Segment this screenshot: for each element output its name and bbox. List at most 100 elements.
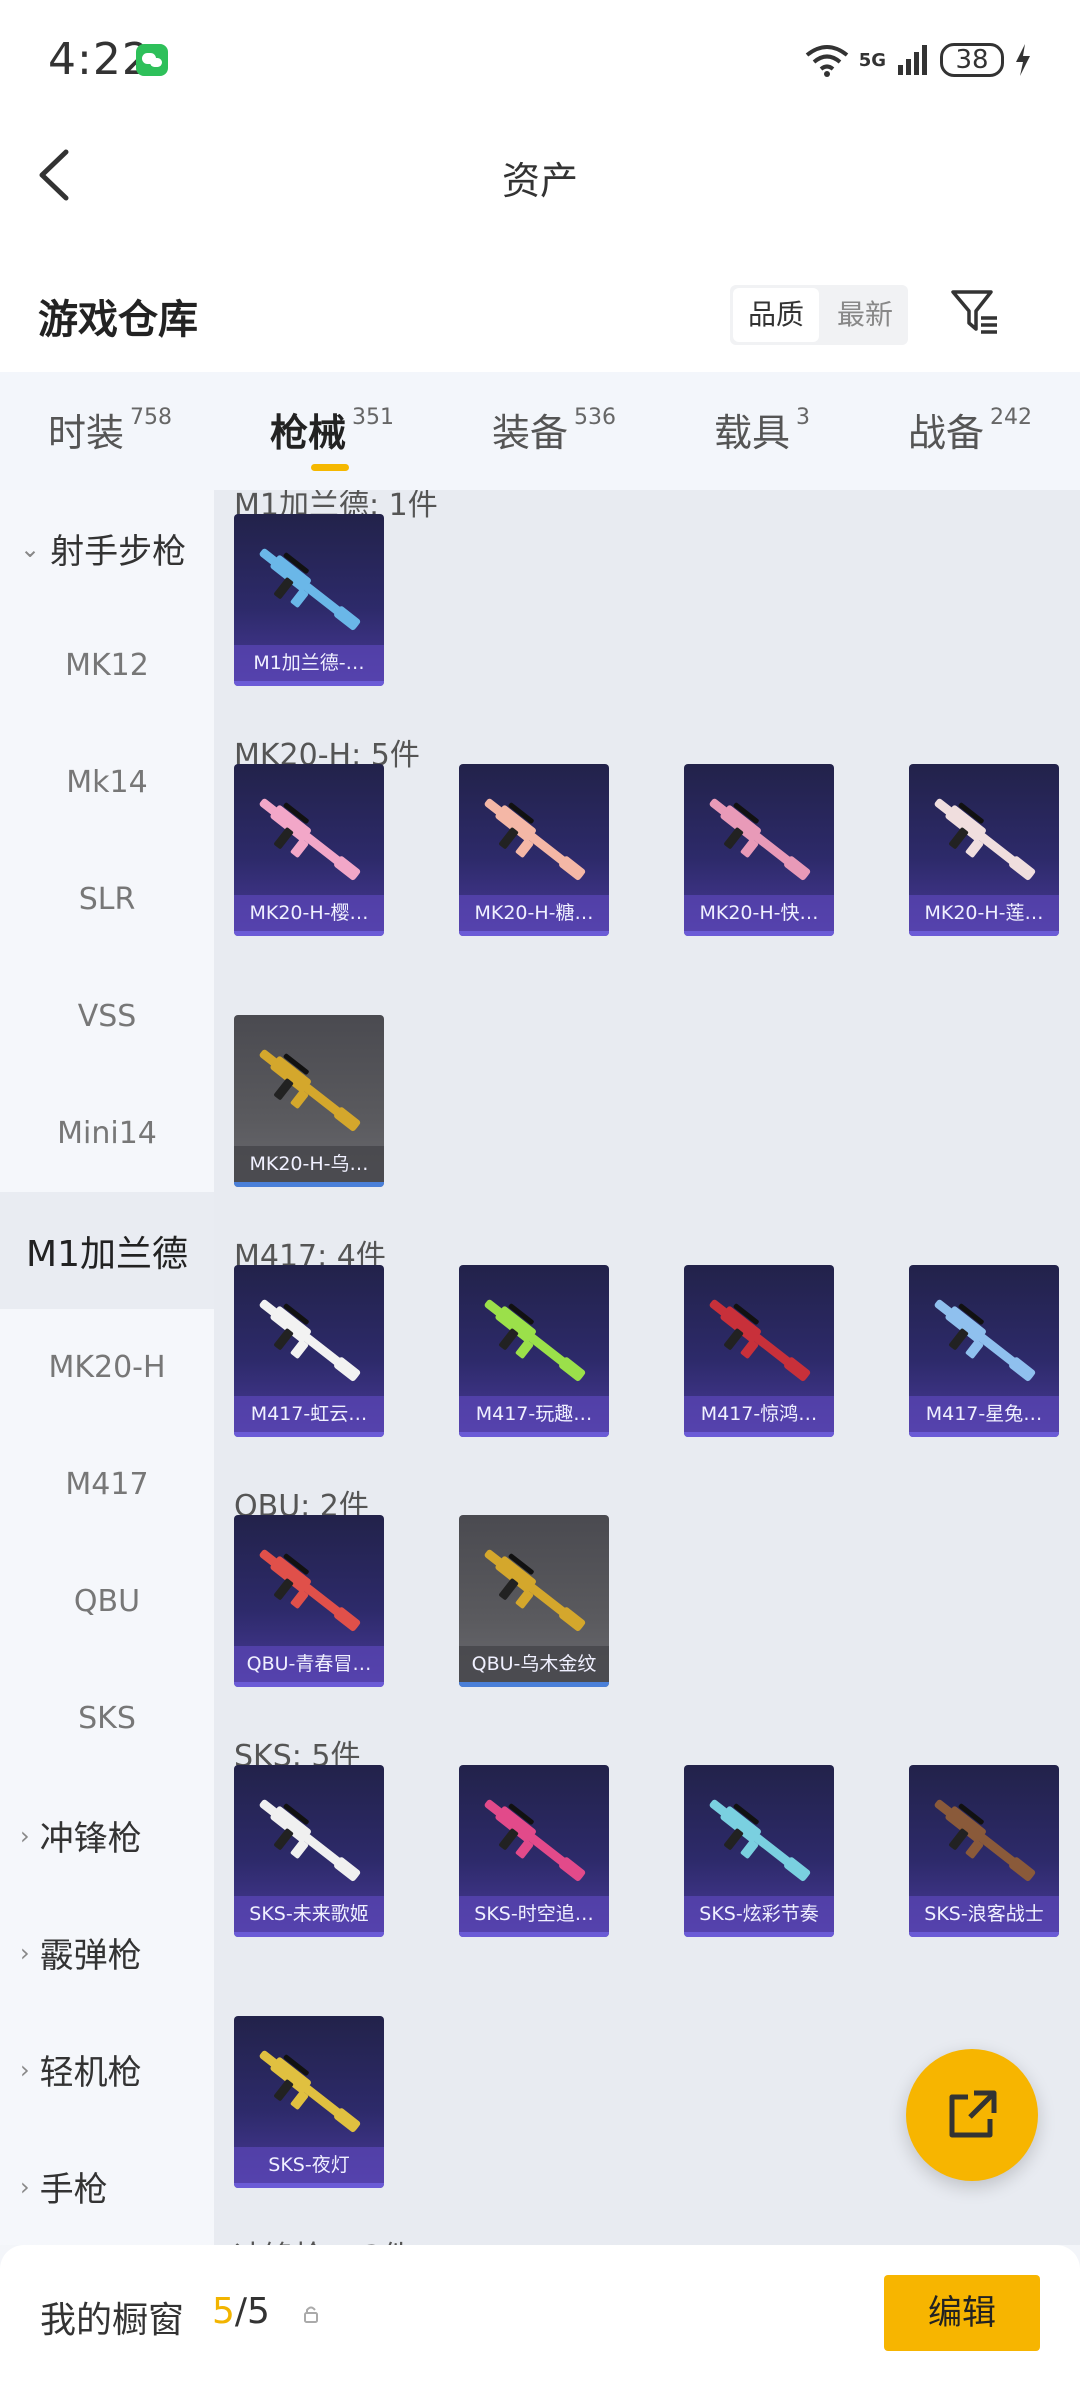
weapon-name: MK20-H-糖… [459,895,609,931]
sort-toggle: 品质 最新 [730,285,908,345]
weapon-card[interactable]: MK20-H-糖… [459,764,609,936]
sidebar-item-label: 冲锋枪 [39,1819,142,1859]
weapon-name: M417-虹云… [234,1396,384,1432]
weapon-name: M417-惊鸿… [684,1396,834,1432]
wifi-icon [805,45,848,77]
showcase-count-total: /5 [234,2291,270,2332]
weapon-card[interactable]: M1加兰德-… [234,514,384,686]
sidebar-item-label: 射手步枪 [50,532,187,572]
weapon-card[interactable]: SKS-炫彩节奏 [684,1765,834,1937]
weapon-card[interactable]: SKS-未来歌姬 [234,1765,384,1937]
weapon-card[interactable]: M417-虹云… [234,1265,384,1437]
weapon-card[interactable]: M417-星兔… [909,1265,1059,1437]
weapon-card[interactable]: M417-惊鸿… [684,1265,834,1437]
sidebar-item-item-13[interactable]: › 轻机枪 [0,2011,214,2128]
sidebar-item-m1[interactable]: M1加兰德 [0,1192,214,1309]
sidebar-item-mk12[interactable]: MK12 [0,607,214,724]
sidebar-item-item-0[interactable]: ⌄ 射手步枪 [0,490,214,607]
status-indicators: 5G 38 [805,36,1032,84]
tab-label: 战备 [908,411,985,455]
sidebar-item-item-11[interactable]: › 冲锋枪 [0,1777,214,1894]
sidebar-item-mini14[interactable]: Mini14 [0,1075,214,1192]
weapon-name: SKS-夜灯 [234,2147,384,2183]
sidebar-item-mk14[interactable]: Mk14 [0,724,214,841]
weapon-image [484,1549,586,1632]
sidebar-item-item-14[interactable]: › 手枪 [0,2128,214,2245]
weapon-name: M417-玩趣… [459,1396,609,1432]
warehouse-title: 游戏仓库 [38,297,198,343]
battery-level: 38 [955,45,989,75]
weapon-image [259,548,361,631]
weapon-image [934,798,1036,881]
sort-option-latest[interactable]: 最新 [822,285,908,345]
sidebar-item-mk20-h[interactable]: MK20-H [0,1309,214,1426]
sidebar-item-label: 手枪 [39,2170,108,2210]
rarity-bar [234,681,384,686]
tab-vehicles[interactable]: 载具 3 [714,402,810,457]
rarity-bar [234,1932,384,1937]
sidebar-item-sks[interactable]: SKS [0,1660,214,1777]
tab-count: 351 [352,405,395,430]
edit-button[interactable]: 编辑 [884,2275,1040,2351]
weapon-card[interactable]: SKS-夜灯 [234,2016,384,2188]
sidebar-item-vss[interactable]: VSS [0,958,214,1075]
sort-option-quality[interactable]: 品质 [733,288,819,342]
weapon-name: SKS-时空追… [459,1896,609,1932]
filter-icon[interactable] [950,287,1000,337]
weapon-card[interactable]: SKS-浪客战士 [909,1765,1059,1937]
weapon-card[interactable]: MK20-H-乌… [234,1015,384,1187]
weapon-name: MK20-H-莲… [909,895,1059,931]
weapon-card[interactable]: M417-玩趣… [459,1265,609,1437]
sidebar-item-qbu[interactable]: QBU [0,1543,214,1660]
tab-firearms[interactable]: 枪械 351 [270,402,394,457]
app-header: 资产 [0,120,1080,235]
sidebar-item-slr[interactable]: SLR [0,841,214,958]
sidebar-item-label: SLR [78,882,136,917]
weapon-image [259,1799,361,1882]
weapon-card[interactable]: MK20-H-快… [684,764,834,936]
rarity-bar [459,1932,609,1937]
tab-equipment[interactable]: 装备 536 [492,402,616,457]
rarity-bar [909,1432,1059,1437]
chevron-right-icon: › [20,1938,30,1967]
sidebar-item-label: QBU [73,1584,141,1619]
weapon-card[interactable]: QBU-乌木金纹 [459,1515,609,1687]
weapon-image [709,1299,811,1382]
weapon-image [259,2050,361,2133]
weapon-type-sidebar: ⌄ 射手步枪 MK12 Mk14 SLR VSS Mini14 M1加兰德 MK20-H M417… [0,490,214,2245]
weapon-name: MK20-H-快… [684,895,834,931]
tab-count: 3 [796,405,811,430]
tab-count: 242 [990,405,1033,430]
signal-icon [898,45,927,75]
weapon-name: QBU-青春冒… [234,1646,384,1682]
chevron-right-icon: › [20,2172,30,2201]
warehouse-header: 游戏仓库 品质 最新 [0,235,1080,372]
weapon-name: M417-星兔… [909,1396,1059,1432]
rarity-bar [684,1432,834,1437]
weapon-image [259,1549,361,1632]
sidebar-item-label: Mini14 [57,1116,157,1151]
weapon-card[interactable]: MK20-H-莲… [909,764,1059,936]
weapon-image [934,1299,1036,1382]
share-button[interactable] [906,2049,1038,2181]
tab-label: 载具 [714,411,791,455]
weapon-image [484,798,586,881]
tab-gear[interactable]: 战备 242 [908,402,1032,457]
weapon-image [259,798,361,881]
weapon-image [259,1049,361,1132]
weapon-image [934,1799,1036,1882]
weapon-image [709,798,811,881]
weapon-card[interactable]: QBU-青春冒… [234,1515,384,1687]
sidebar-item-label: MK12 [65,648,149,683]
rarity-bar [234,1182,384,1187]
weapon-card[interactable]: MK20-H-樱… [234,764,384,936]
weapon-name: SKS-浪客战士 [909,1896,1059,1932]
weapon-grid: M1加兰德: 1件 M1加兰德-… MK20-H: 5件 MK20-H-樱… MK20-… [214,490,1080,2245]
sidebar-item-m417[interactable]: M417 [0,1426,214,1543]
tab-costume[interactable]: 时装 758 [48,402,172,457]
rarity-bar [234,931,384,936]
tab-label: 装备 [492,411,569,455]
sidebar-item-item-12[interactable]: › 霰弹枪 [0,1894,214,2011]
weapon-card[interactable]: SKS-时空追… [459,1765,609,1937]
showcase-count: 5/5 [212,2291,270,2332]
